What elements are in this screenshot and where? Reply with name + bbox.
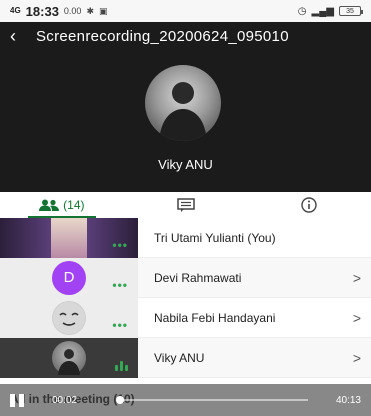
- alarm-icon: ◷: [297, 5, 307, 17]
- total-duration: 40:13: [335, 395, 361, 406]
- presenter-avatar: [145, 65, 221, 141]
- avatar: [52, 340, 86, 375]
- speaking-indicator-icon: [115, 360, 128, 371]
- participant-name: Tri Utami Yulianti (You): [154, 230, 276, 245]
- page-title: Screenrecording_20200624_095010: [36, 27, 289, 45]
- presenter-name: Viky ANU: [158, 157, 213, 172]
- participant-name: Nabila Febi Handayani: [154, 310, 276, 325]
- seek-thumb[interactable]: [115, 396, 124, 404]
- more-options-icon[interactable]: •••: [112, 318, 128, 332]
- participant-row[interactable]: D ••• Devi Rahmawati >: [0, 257, 371, 298]
- video-area: ‹ Screenrecording_20200624_095010 Viky A…: [0, 22, 371, 192]
- people-icon: [39, 199, 60, 211]
- network-type: 4G: [10, 6, 21, 15]
- status-time: 18:33: [25, 3, 59, 19]
- chevron-right-icon[interactable]: >: [343, 310, 371, 326]
- participant-list: ••• Tri Utami Yulianti (You) D ••• Devi …: [0, 217, 371, 378]
- participant-tile: •••: [0, 297, 138, 338]
- seek-bar[interactable]: [115, 396, 308, 404]
- more-options-icon[interactable]: •••: [112, 238, 128, 252]
- tab-chat[interactable]: [124, 192, 248, 218]
- playback-controls: 00:02 40:13: [0, 384, 371, 416]
- avatar: [51, 217, 87, 258]
- participant-tile: [0, 337, 138, 378]
- avatar: [52, 300, 86, 335]
- elapsed-time: 00:02: [52, 394, 78, 406]
- participant-tile: D •••: [0, 257, 138, 298]
- notification-icon: ▣: [99, 5, 108, 16]
- participant-row[interactable]: ••• Tri Utami Yulianti (You): [0, 217, 371, 258]
- battery-icon: 35: [339, 6, 363, 16]
- chevron-right-icon[interactable]: >: [343, 270, 371, 286]
- chat-icon: [176, 198, 195, 212]
- participant-tile: •••: [0, 217, 138, 258]
- participant-row[interactable]: Viky ANU >: [0, 337, 371, 378]
- participant-name: Viky ANU: [154, 350, 205, 365]
- battery-level: 35: [346, 7, 354, 15]
- participant-row[interactable]: ••• Nabila Febi Handayani >: [0, 297, 371, 338]
- signal-icon: ▂▄▆: [311, 5, 334, 17]
- more-options-icon[interactable]: •••: [112, 278, 128, 292]
- back-arrow-icon[interactable]: ‹: [10, 26, 30, 47]
- tab-info[interactable]: [247, 192, 371, 218]
- status-bar: 4G 18:33 0.00 ✱ ▣ ◷ ▂▄▆ 35: [0, 0, 371, 22]
- tab-participants[interactable]: (14): [0, 192, 124, 218]
- info-icon: [301, 197, 317, 213]
- tab-bar: (14): [0, 192, 371, 218]
- bluetooth-icon: ✱: [86, 5, 94, 16]
- pause-icon[interactable]: [10, 393, 24, 407]
- participant-name: Devi Rahmawati: [154, 270, 242, 285]
- participant-count: (14): [63, 198, 85, 212]
- avatar: D: [52, 260, 86, 295]
- chevron-right-icon[interactable]: >: [343, 350, 371, 366]
- avatar-initial: D: [63, 269, 75, 286]
- network-speed: 0.00: [63, 6, 82, 16]
